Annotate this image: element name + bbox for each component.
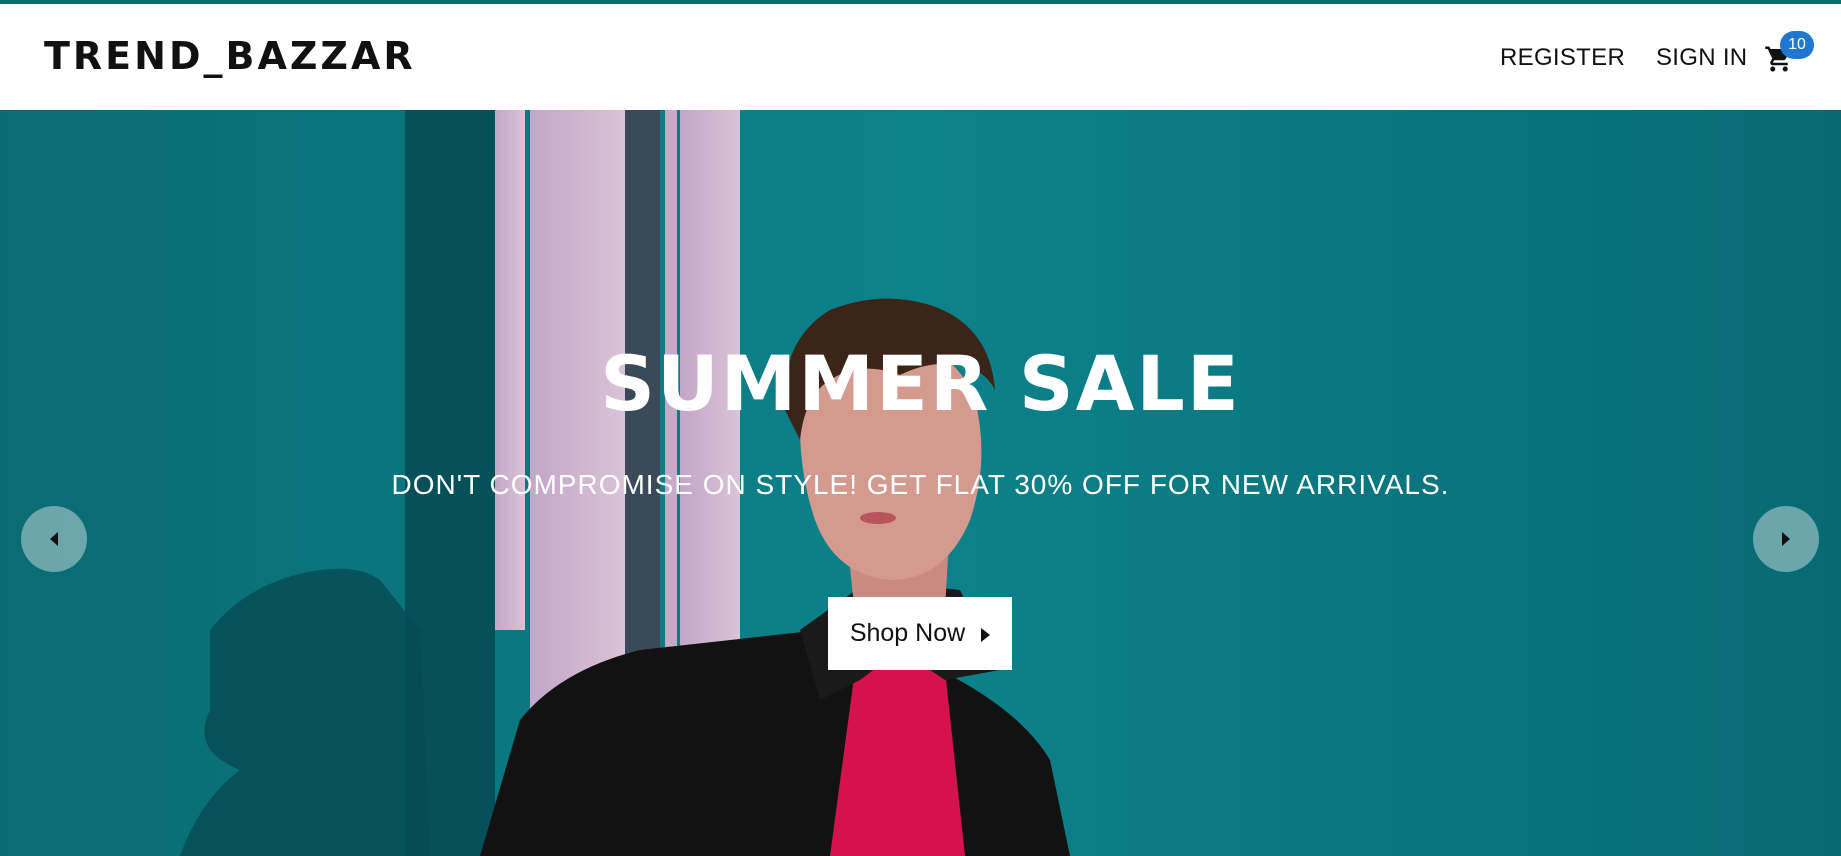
carousel-next-button[interactable] [1753,506,1819,572]
carousel-prev-button[interactable] [21,506,87,572]
hero-title: SUMMER SALE [600,339,1241,428]
cart-count-badge: 10 [1780,31,1814,59]
caret-right-icon [981,628,991,642]
caret-right-icon [1782,532,1790,546]
shop-now-label: Shop Now [849,619,966,647]
register-link[interactable]: REGISTER [1500,44,1625,72]
shop-now-button[interactable]: Shop Now [828,597,1012,670]
hero-subtitle: DON'T COMPROMISE ON STYLE! GET FLAT 30% … [391,469,1450,500]
caret-left-icon [50,532,58,546]
navbar: TREND_BAZZAR REGISTER SIGN IN 10 [0,4,1841,110]
brand-logo[interactable]: TREND_BAZZAR [44,34,416,78]
sign-in-link[interactable]: SIGN IN [1656,44,1747,72]
hero-banner: SUMMER SALE DON'T COMPROMISE ON STYLE! G… [0,110,1841,856]
